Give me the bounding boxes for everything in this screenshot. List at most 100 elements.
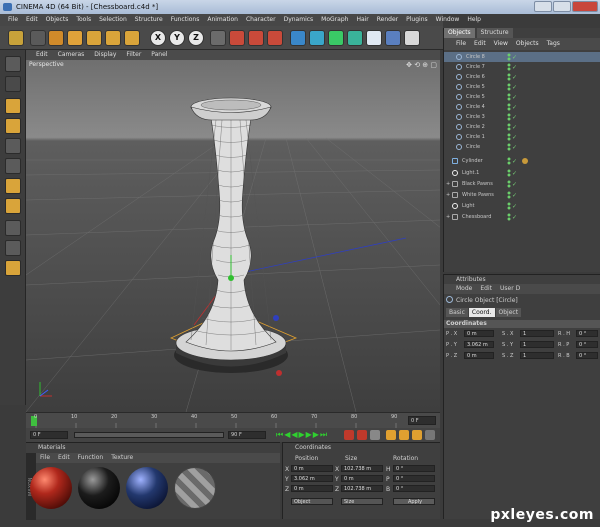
attributes-menu-mode[interactable]: Mode bbox=[456, 284, 472, 294]
size-x-field[interactable]: 102.738 m bbox=[341, 465, 383, 472]
r-p-field[interactable]: 0 ° bbox=[576, 341, 598, 348]
z-axis-handle[interactable] bbox=[273, 315, 279, 321]
object-mode-icon[interactable] bbox=[5, 118, 21, 134]
position-y-field[interactable]: 3.062 m bbox=[291, 475, 333, 482]
visibility-dots-icon[interactable] bbox=[507, 191, 511, 199]
objects-menu-objects[interactable]: Objects bbox=[516, 38, 539, 50]
material-checker-swatch[interactable] bbox=[174, 467, 216, 509]
nurbs-icon[interactable] bbox=[309, 30, 325, 46]
object-row[interactable]: Light ✓ bbox=[444, 201, 600, 211]
render-settings-icon[interactable] bbox=[267, 30, 283, 46]
render-picture-viewer-icon[interactable] bbox=[248, 30, 264, 46]
menu-functions[interactable]: Functions bbox=[171, 14, 200, 26]
y-axis-lock-button[interactable]: Y bbox=[169, 30, 185, 46]
deformer-icon[interactable] bbox=[328, 30, 344, 46]
s-y-field[interactable]: 1 bbox=[520, 341, 554, 348]
tab-object[interactable]: Object bbox=[495, 308, 522, 317]
attributes-menu-edit[interactable]: Edit bbox=[480, 284, 492, 294]
s-x-field[interactable]: 1 bbox=[520, 330, 554, 337]
visibility-dots-icon[interactable] bbox=[507, 180, 511, 188]
p-z-field[interactable]: 0 m bbox=[464, 352, 494, 359]
timeline-ruler[interactable]: 0 10 20 30 40 50 60 70 80 90 0 F bbox=[26, 412, 440, 429]
p-x-field[interactable]: 0 m bbox=[464, 330, 494, 337]
tab-structure[interactable]: Structure bbox=[476, 28, 513, 38]
menu-render[interactable]: Render bbox=[377, 14, 398, 26]
menu-window[interactable]: Window bbox=[436, 14, 460, 26]
menu-selection[interactable]: Selection bbox=[99, 14, 127, 26]
menu-character[interactable]: Character bbox=[246, 14, 276, 26]
menu-help[interactable]: Help bbox=[467, 14, 481, 26]
visibility-dots-icon[interactable] bbox=[507, 202, 511, 210]
camera-icon[interactable] bbox=[385, 30, 401, 46]
max-frame-field[interactable]: 90 F bbox=[228, 431, 266, 439]
undo-icon[interactable] bbox=[8, 30, 24, 46]
edges-mode-icon[interactable] bbox=[5, 178, 21, 194]
visibility-dots-icon[interactable] bbox=[507, 93, 511, 101]
object-row[interactable]: Circle 5 ✓ bbox=[444, 92, 600, 102]
size-z-field[interactable]: 102.738 m bbox=[341, 485, 383, 492]
menu-tools[interactable]: Tools bbox=[76, 14, 91, 26]
visibility-dots-icon[interactable] bbox=[507, 157, 511, 165]
menu-mograph[interactable]: MoGraph bbox=[321, 14, 348, 26]
maximize-button[interactable] bbox=[553, 1, 571, 12]
model-mode-icon[interactable] bbox=[5, 98, 21, 114]
x-axis-lock-button[interactable]: X bbox=[150, 30, 166, 46]
objects-menu-file[interactable]: File bbox=[456, 38, 466, 50]
visibility-dots-icon[interactable] bbox=[507, 73, 511, 81]
object-row[interactable]: Circle 6 ✓ bbox=[444, 72, 600, 82]
menu-plugins[interactable]: Plugins bbox=[406, 14, 428, 26]
enabled-check-icon[interactable]: ✓ bbox=[512, 143, 517, 153]
visibility-dots-icon[interactable] bbox=[507, 213, 511, 221]
keyframe-selection-icon[interactable] bbox=[370, 430, 380, 440]
move-tool-icon[interactable] bbox=[67, 30, 83, 46]
layout-icon[interactable] bbox=[5, 260, 21, 276]
enabled-check-icon[interactable]: ✓ bbox=[512, 202, 517, 212]
enabled-check-icon[interactable]: ✓ bbox=[512, 191, 517, 201]
objects-menu-tags[interactable]: Tags bbox=[547, 38, 560, 50]
size-y-field[interactable]: 0 m bbox=[341, 475, 383, 482]
menu-animation[interactable]: Animation bbox=[207, 14, 238, 26]
enabled-check-icon[interactable]: ✓ bbox=[512, 157, 517, 167]
autokey-icon[interactable] bbox=[357, 430, 367, 440]
rotation-key-icon[interactable] bbox=[399, 430, 409, 440]
position-key-icon[interactable] bbox=[386, 430, 396, 440]
viewport-nav-icon[interactable]: ✥ ⟲ ⊕ ▢ bbox=[406, 61, 437, 69]
enabled-check-icon[interactable]: ✓ bbox=[512, 180, 517, 190]
object-row[interactable]: Circle 8 ✓ bbox=[444, 52, 600, 62]
scale-key-icon[interactable] bbox=[412, 430, 422, 440]
object-row[interactable]: + Black Pawns ✓ bbox=[444, 179, 600, 189]
menu-file[interactable]: File bbox=[8, 14, 18, 26]
rotation-h-field[interactable]: 0 ° bbox=[393, 465, 435, 472]
objects-menu-view[interactable]: View bbox=[494, 38, 508, 50]
visibility-dots-icon[interactable] bbox=[507, 53, 511, 61]
environment-icon[interactable] bbox=[366, 30, 382, 46]
materials-menu-texture[interactable]: Texture bbox=[111, 453, 133, 463]
r-b-field[interactable]: 0 ° bbox=[576, 352, 598, 359]
object-row[interactable]: Circle 4 ✓ bbox=[444, 102, 600, 112]
y-axis-handle[interactable] bbox=[228, 275, 234, 281]
menu-edit[interactable]: Edit bbox=[26, 14, 38, 26]
tab-coord[interactable]: Coord. bbox=[468, 308, 495, 317]
object-row[interactable]: + Chessboard ✓ bbox=[444, 212, 600, 222]
material-red-swatch[interactable] bbox=[30, 467, 72, 509]
current-frame-field[interactable]: 0 F bbox=[408, 416, 436, 425]
cube-primitive-icon[interactable] bbox=[290, 30, 306, 46]
workplane-icon[interactable] bbox=[5, 240, 21, 256]
s-z-field[interactable]: 1 bbox=[520, 352, 554, 359]
texture-tag-icon[interactable] bbox=[522, 158, 528, 164]
position-x-field[interactable]: 0 m bbox=[291, 465, 333, 472]
viewport-menu-cameras[interactable]: Cameras bbox=[58, 50, 85, 60]
objects-menu-edit[interactable]: Edit bbox=[474, 38, 486, 50]
generator-icon[interactable] bbox=[347, 30, 363, 46]
materials-menu-function[interactable]: Function bbox=[78, 453, 104, 463]
menu-hair[interactable]: Hair bbox=[356, 14, 368, 26]
viewport-menu-edit[interactable]: Edit bbox=[36, 50, 48, 60]
material-blue-swatch[interactable] bbox=[126, 467, 168, 509]
render-view-icon[interactable] bbox=[229, 30, 245, 46]
rotate-tool-icon[interactable] bbox=[105, 30, 121, 46]
perspective-viewport[interactable]: Perspective ✥ ⟲ ⊕ ▢ bbox=[26, 60, 440, 412]
visibility-dots-icon[interactable] bbox=[507, 123, 511, 131]
p-y-field[interactable]: 3.062 m bbox=[464, 341, 494, 348]
tab-basic[interactable]: Basic bbox=[446, 308, 468, 317]
object-row[interactable]: Cylinder ✓ bbox=[444, 156, 600, 166]
